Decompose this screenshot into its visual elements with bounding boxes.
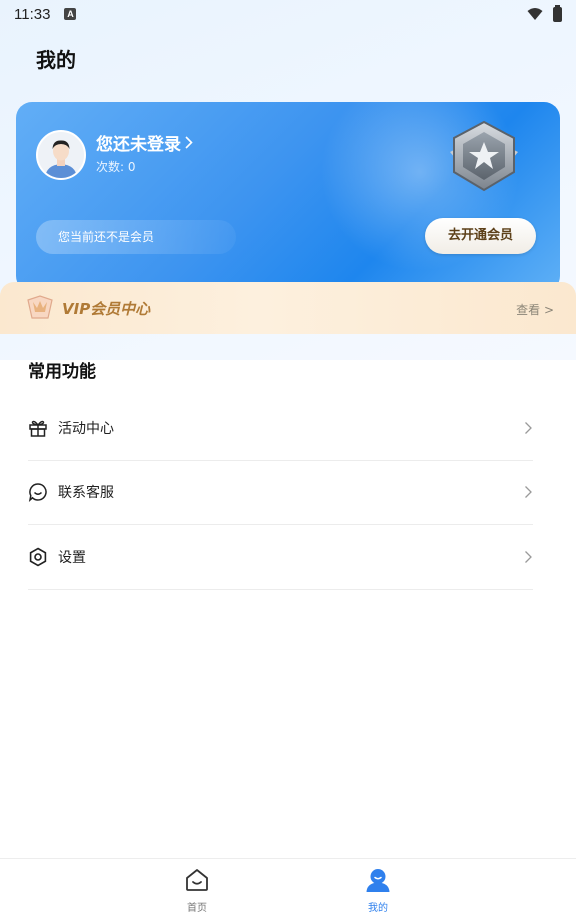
menu-item-activity-center[interactable]: 活动中心: [28, 396, 533, 461]
open-membership-button[interactable]: 去开通会员: [425, 218, 536, 254]
chevron-right-icon: [525, 550, 532, 563]
section-title: 常用功能: [28, 362, 96, 382]
gear-icon: [29, 547, 47, 567]
member-card: 您还未登录 次数: 0 您当前还不是会员 去开通会员: [16, 102, 560, 292]
tab-label: 我的: [368, 903, 388, 914]
menu-item-label: 联系客服: [58, 485, 114, 502]
menu-item-customer-service[interactable]: 联系客服: [28, 461, 533, 525]
page-title: 我的: [36, 48, 76, 72]
chat-icon: [28, 483, 47, 503]
function-list: 活动中心 联系客服 设置: [28, 396, 533, 590]
user-icon: [366, 869, 390, 892]
menu-item-label: 活动中心: [58, 420, 114, 437]
tab-mine[interactable]: 我的: [348, 867, 408, 914]
membership-badge-icon: [450, 120, 518, 192]
status-bar: 11:33 A: [0, 0, 576, 28]
home-icon: [186, 869, 208, 891]
vip-crown-icon: [27, 295, 53, 319]
vip-view-link[interactable]: 查看 >: [516, 301, 554, 318]
not-member-notice: 您当前还不是会员: [36, 220, 236, 254]
gift-icon: [29, 420, 47, 437]
battery-icon: [553, 4, 562, 22]
menu-item-label: 设置: [58, 549, 86, 566]
chevron-right-icon: [525, 421, 532, 434]
chevron-right-icon: [525, 486, 532, 499]
vip-center-banner[interactable]: VIP会员中心 查看 >: [0, 282, 576, 334]
usage-count: 次数: 0: [96, 160, 136, 174]
chevron-right-icon: [185, 136, 193, 149]
avatar-illustration-icon: [38, 132, 84, 178]
avatar[interactable]: [36, 130, 86, 180]
vip-center-title: VIP会员中心: [62, 300, 151, 318]
bottom-tab-bar: 首页 我的: [0, 858, 576, 920]
tab-home[interactable]: 首页: [167, 867, 227, 914]
menu-item-settings[interactable]: 设置: [28, 525, 533, 590]
login-prompt-label: 您还未登录: [96, 135, 181, 155]
tab-label: 首页: [187, 903, 207, 914]
notification-icon: A: [64, 8, 77, 20]
wifi-icon: [527, 8, 543, 20]
login-prompt[interactable]: 您还未登录: [96, 130, 193, 155]
status-time: 11:33: [14, 5, 51, 23]
